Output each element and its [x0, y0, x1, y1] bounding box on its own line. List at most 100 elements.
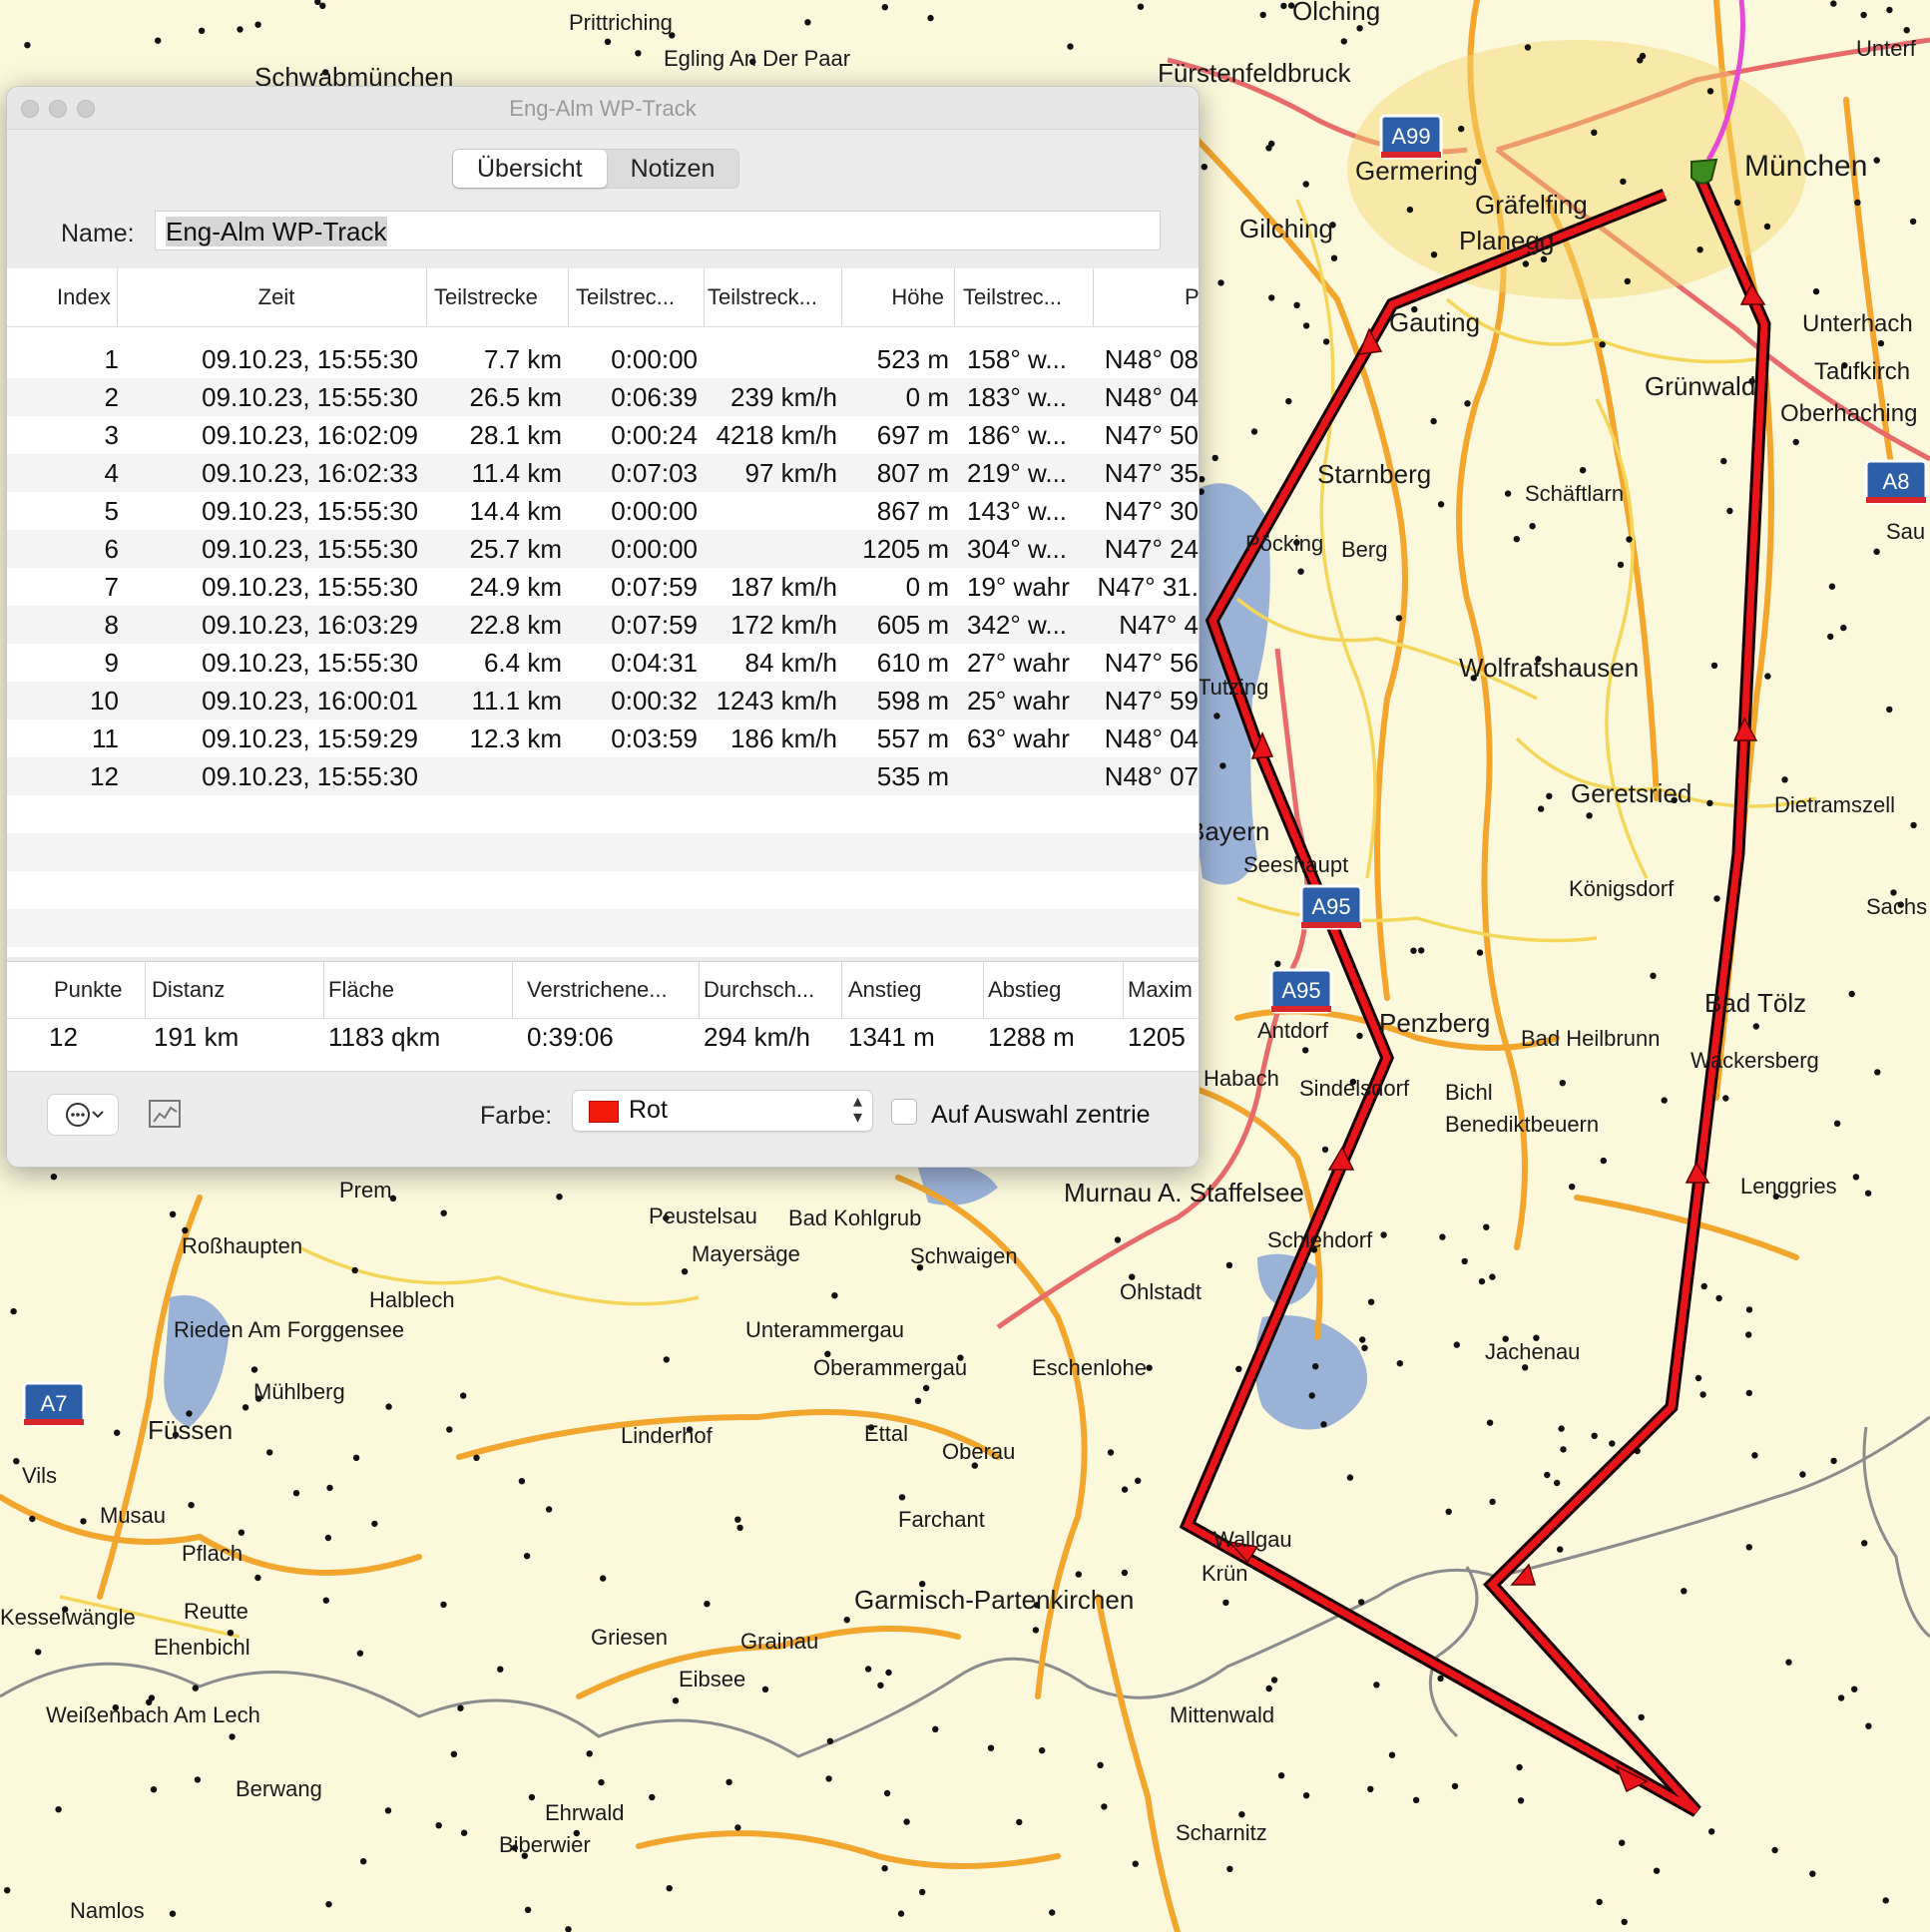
svg-text:A95: A95	[1281, 978, 1320, 1003]
map-label: Dietramszell	[1774, 792, 1895, 817]
svg-text:A99: A99	[1391, 124, 1430, 149]
map-label: Oberammergau	[813, 1355, 967, 1380]
map-label: Fürstenfeldbruck	[1158, 58, 1352, 88]
table-row[interactable]: 6 09.10.23, 15:55:30 25.7 km 0:00:00 1205 m 3…	[7, 530, 1199, 568]
tab-notizen[interactable]: Notizen	[607, 150, 739, 188]
summary-value-5: 1341 m	[848, 1022, 935, 1052]
cell-zeit: 09.10.23, 15:55:30	[202, 344, 418, 374]
map-label: München	[1744, 150, 1867, 183]
waypoint-table[interactable]: Index Zeit Teilstrecke Teilstrec... Teilstre…	[7, 268, 1199, 957]
cell-zeit: 09.10.23, 15:55:30	[202, 496, 418, 526]
table-row-empty	[7, 909, 1199, 947]
summary-header-2: Fläche	[328, 962, 513, 1018]
map-label: Murnau A. Staffelsee	[1064, 1178, 1304, 1208]
tab-uebersicht[interactable]: Übersicht	[453, 150, 607, 188]
elevation-chart-button[interactable]	[147, 1096, 183, 1132]
table-row[interactable]: 12 09.10.23, 15:55:30 535 m N48° 07	[7, 757, 1199, 795]
table-row[interactable]: 1 09.10.23, 15:55:30 7.7 km 0:00:00 523 m 158…	[7, 340, 1199, 378]
column-header-4[interactable]: Teilstreck...	[708, 268, 842, 326]
view-tabs: Übersicht Notizen	[452, 149, 740, 189]
map-label: Habach	[1204, 1066, 1279, 1091]
map-label: Reutte	[184, 1599, 248, 1624]
map-label: Peustelsau	[649, 1204, 757, 1228]
motorway-shield: A95	[1299, 884, 1363, 930]
cell-bear: 25° wahr	[967, 686, 1070, 716]
table-row[interactable]: 7 09.10.23, 15:55:30 24.9 km 0:07:59 187 km/…	[7, 568, 1199, 606]
cell-speed: 187 km/h	[730, 572, 837, 602]
column-header-2[interactable]: Teilstrecke	[434, 268, 569, 326]
title-bar[interactable]: Eng-Alm WP-Track	[7, 87, 1199, 130]
track-inspector-window: Eng-Alm WP-Track Übersicht Notizen Name:…	[6, 86, 1200, 1168]
cell-hoehe: 867 m	[876, 496, 949, 526]
cell-dur: 0:07:59	[611, 572, 698, 602]
map-label: Bad Kohlgrub	[788, 1206, 921, 1230]
more-options-button[interactable]	[47, 1094, 119, 1136]
table-row[interactable]: 3 09.10.23, 16:02:09 28.1 km 0:00:24 4218 km…	[7, 416, 1199, 454]
map-label: Mayersäge	[692, 1241, 800, 1266]
map-label: Bayern	[1188, 816, 1269, 846]
cell-index: 4	[104, 458, 119, 488]
column-header-7[interactable]: Po	[1185, 268, 1199, 326]
map-label: Oberau	[942, 1439, 1015, 1464]
cell-bear	[967, 757, 1099, 795]
column-header-3[interactable]: Teilstrec...	[576, 268, 705, 326]
cell-hoehe: 523 m	[876, 344, 949, 374]
map-label: Sachs	[1866, 894, 1927, 919]
cell-dur: 0:00:00	[611, 534, 698, 564]
map-label: Planegg	[1459, 226, 1554, 255]
map-label: Ettal	[864, 1421, 908, 1446]
summary-value-2: 1183 qkm	[328, 1022, 441, 1052]
map-label: Sau	[1886, 519, 1925, 544]
table-row[interactable]: 4 09.10.23, 16:02:33 11.4 km 0:07:03 97 km/h…	[7, 454, 1199, 492]
map-label: Ohlstadt	[1120, 1279, 1202, 1304]
cell-dist: 14.4 km	[469, 496, 563, 526]
center-on-selection-checkbox[interactable]	[891, 1099, 917, 1125]
motorway-shield: A99	[1379, 114, 1443, 160]
chart-icon	[149, 1100, 181, 1128]
map-label: Gräfelfing	[1475, 190, 1588, 220]
cell-index: 12	[90, 761, 119, 791]
map-label: Tutzing	[1198, 675, 1268, 700]
cell-index: 1	[104, 344, 119, 374]
name-field[interactable]: Eng-Alm WP-Track	[155, 211, 1161, 250]
map-label: Wackersberg	[1690, 1048, 1819, 1073]
motorway-shield: A8	[1864, 459, 1928, 505]
svg-text:A7: A7	[41, 1391, 68, 1416]
table-row[interactable]: 11 09.10.23, 15:59:29 12.3 km 0:03:59 186 km…	[7, 720, 1199, 757]
cell-bear: 19° wahr	[967, 572, 1070, 602]
summary-header-1: Distanz	[152, 962, 324, 1018]
cell-dist: 25.7 km	[469, 534, 563, 564]
motorway-shield: A7	[22, 1381, 86, 1427]
map-label: Kesselwängle	[0, 1605, 136, 1630]
cell-pos: N47° 50	[1104, 420, 1199, 450]
table-header: Index Zeit Teilstrecke Teilstrec... Teilstre…	[7, 268, 1199, 327]
color-select-value: Rot	[629, 1096, 668, 1124]
cell-index: 6	[104, 534, 119, 564]
table-row[interactable]: 8 09.10.23, 16:03:29 22.8 km 0:07:59 172 km/…	[7, 606, 1199, 644]
cell-pos: N47° 56	[1104, 648, 1199, 678]
cell-speed	[704, 757, 837, 795]
svg-text:A95: A95	[1311, 894, 1350, 919]
cell-pos: N47° 30	[1104, 496, 1199, 526]
map-label: Jachenau	[1485, 1339, 1580, 1364]
summary-header-6: Abstieg	[988, 962, 1124, 1018]
table-row[interactable]: 10 09.10.23, 16:00:01 11.1 km 0:00:32 1243 k…	[7, 682, 1199, 720]
column-header-5[interactable]: Höhe	[875, 268, 955, 326]
cell-dist: 24.9 km	[469, 572, 563, 602]
map-label: Garmisch-Partenkirchen	[854, 1585, 1134, 1615]
table-row[interactable]: 5 09.10.23, 15:55:30 14.4 km 0:00:00 867 m 14…	[7, 492, 1199, 530]
table-row-empty	[7, 833, 1199, 871]
cell-hoehe: 807 m	[876, 458, 949, 488]
map-label: Bichl	[1445, 1080, 1493, 1105]
column-header-1[interactable]: Zeit	[127, 268, 427, 326]
table-row[interactable]: 2 09.10.23, 15:55:30 26.5 km 0:06:39 239 km/…	[7, 378, 1199, 416]
map-label: Taufkirch	[1814, 358, 1910, 385]
map-label: Pflach	[182, 1541, 242, 1566]
cell-speed: 239 km/h	[730, 382, 837, 412]
color-select[interactable]: Rot ▴ ▾	[572, 1090, 873, 1132]
cell-hoehe: 697 m	[876, 420, 949, 450]
table-row[interactable]: 9 09.10.23, 15:55:30 6.4 km 0:04:31 84 km/h 6…	[7, 644, 1199, 682]
column-header-6[interactable]: Teilstrec...	[963, 268, 1094, 326]
cell-hoehe: 557 m	[876, 724, 949, 753]
column-header-0[interactable]: Index	[57, 268, 118, 326]
